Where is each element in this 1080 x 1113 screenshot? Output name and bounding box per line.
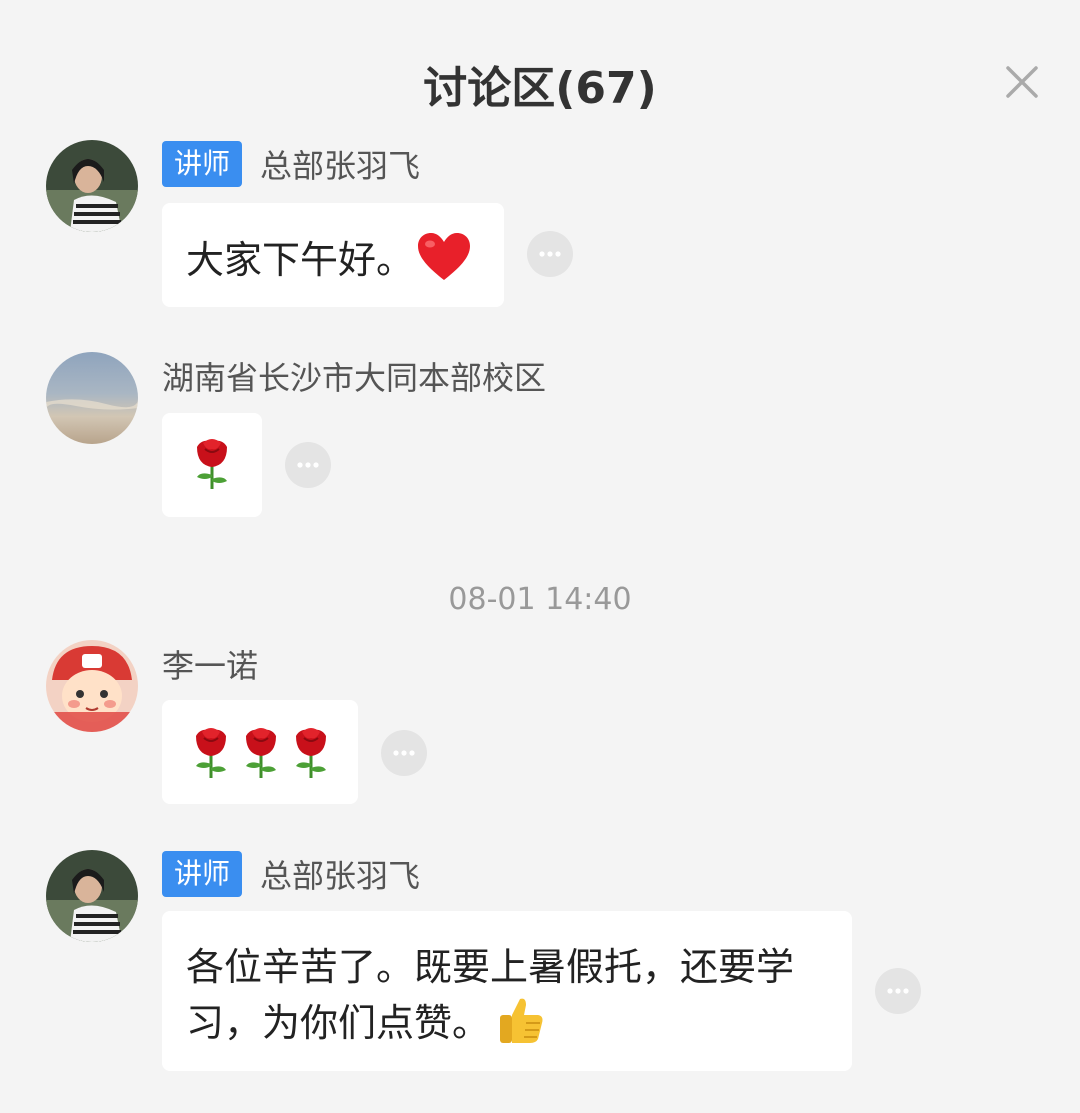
sender-name: 李一诺 <box>162 647 259 685</box>
sender-name: 总部张羽飞 <box>260 147 421 185</box>
sender-row: 讲师 总部张羽飞 <box>162 851 420 897</box>
avatar-photo-icon <box>46 850 138 942</box>
sender-row: 湖南省长沙市大同本部校区 <box>162 353 546 399</box>
more-icon <box>887 988 909 994</box>
more-options-button[interactable] <box>381 730 427 776</box>
more-icon <box>393 750 415 756</box>
rose-icon <box>196 728 226 778</box>
avatar[interactable] <box>46 352 138 444</box>
timestamp: 08-01 14:40 <box>448 582 632 617</box>
message-text-line: 各位辛苦了。既要上暑假托，还要学 <box>186 945 795 989</box>
page-title: 讨论区(67) <box>423 63 657 114</box>
rose-icon <box>246 728 276 778</box>
avatar-photo-icon <box>46 140 138 232</box>
avatar-sky-icon <box>46 352 138 444</box>
lecturer-badge: 讲师 <box>162 851 243 897</box>
sender-row: 李一诺 <box>162 641 258 687</box>
more-icon <box>297 462 319 468</box>
lecturer-badge: 讲师 <box>162 141 243 187</box>
message-bubble[interactable]: 各位辛苦了。既要上暑假托，还要学 习，为你们点赞。 <box>162 911 852 1071</box>
avatar[interactable] <box>46 140 138 232</box>
avatar[interactable] <box>46 640 138 732</box>
rose-icon <box>296 728 326 778</box>
sender-name: 湖南省长沙市大同本部校区 <box>162 359 547 397</box>
header: 讨论区(67) <box>0 0 1080 160</box>
avatar[interactable] <box>46 850 138 942</box>
close-icon <box>1006 66 1038 98</box>
rose-icon <box>197 439 227 489</box>
sender-row: 讲师 总部张羽飞 <box>162 141 420 187</box>
thumbs-up-icon <box>500 998 543 1043</box>
message-text: 大家下午好。 <box>186 238 415 282</box>
more-options-button[interactable] <box>875 968 921 1014</box>
close-button[interactable] <box>998 58 1046 106</box>
more-icon <box>539 251 561 257</box>
message-bubble[interactable] <box>162 413 262 517</box>
heart-icon <box>418 232 471 280</box>
message-bubble[interactable] <box>162 700 358 804</box>
avatar-cartoon-icon <box>46 640 138 732</box>
more-options-button[interactable] <box>527 231 573 277</box>
more-options-button[interactable] <box>285 442 331 488</box>
sender-name: 总部张羽飞 <box>260 857 421 895</box>
message-text-line: 习，为你们点赞。 <box>186 1001 491 1045</box>
message-bubble[interactable]: 大家下午好。 <box>162 203 504 307</box>
